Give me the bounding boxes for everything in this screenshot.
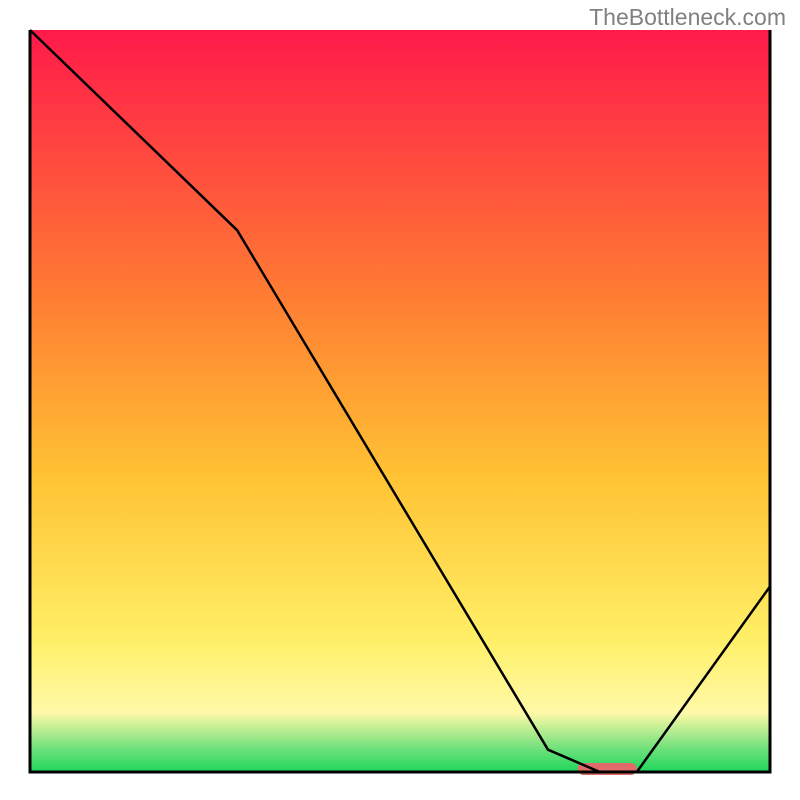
bottleneck-chart — [0, 0, 800, 800]
plot-background — [30, 30, 770, 772]
watermark-text: TheBottleneck.com — [589, 4, 786, 31]
